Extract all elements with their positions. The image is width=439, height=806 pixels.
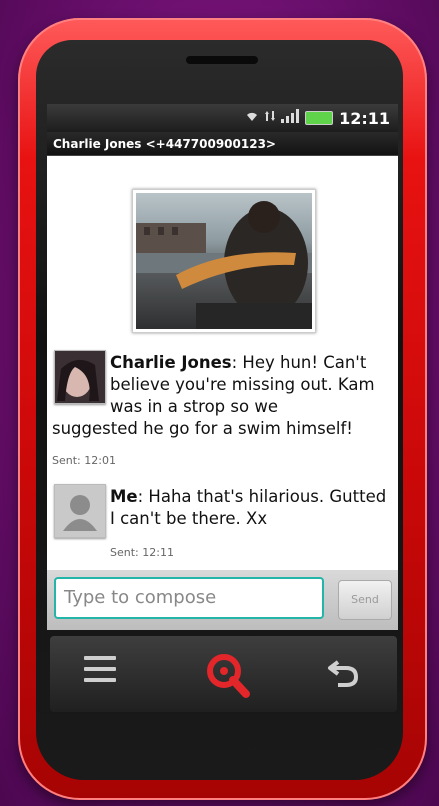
phone-screen: 12:11 Charlie Jones <+447700900123> Char… — [47, 104, 398, 630]
message-sender: Charlie Jones — [110, 353, 232, 372]
compose-input[interactable]: Type to compose — [54, 577, 324, 619]
message-text: Charlie Jones: Hey hun! Can't believe yo… — [110, 352, 394, 418]
message-thread[interactable]: Charlie Jones: Hey hun! Can't believe yo… — [47, 156, 398, 570]
compose-bar: Type to compose Send — [47, 570, 398, 630]
battery-icon — [305, 111, 334, 125]
send-button[interactable]: Send — [338, 580, 392, 620]
signal-icon — [281, 109, 300, 127]
message-body: : Haha that's hilarious. Gutted I can't … — [110, 487, 387, 528]
message-timestamp: Sent: 12:01 — [52, 454, 116, 467]
mms-image-attachment[interactable] — [132, 189, 316, 333]
status-clock: 12:11 — [339, 108, 390, 128]
contact-avatar[interactable] — [54, 350, 106, 404]
mms-photo — [136, 193, 312, 329]
data-arrows-icon — [265, 110, 276, 126]
search-icon[interactable] — [202, 650, 252, 700]
back-icon[interactable] — [324, 652, 364, 692]
navigation-bar — [50, 636, 397, 712]
menu-icon[interactable] — [84, 656, 116, 686]
message-sender: Me — [110, 487, 138, 506]
wifi-icon — [245, 110, 259, 126]
phone-speaker — [186, 56, 258, 64]
contact-avatar[interactable] — [54, 484, 106, 538]
status-bar: 12:11 — [47, 104, 398, 132]
message-timestamp: Sent: 12:11 — [110, 546, 174, 559]
message-text: Me: Haha that's hilarious. Gutted I can'… — [110, 486, 394, 530]
conversation-title: Charlie Jones <+447700900123> — [47, 132, 398, 156]
message-text-continued: suggested he go for a swim himself! — [52, 419, 353, 438]
